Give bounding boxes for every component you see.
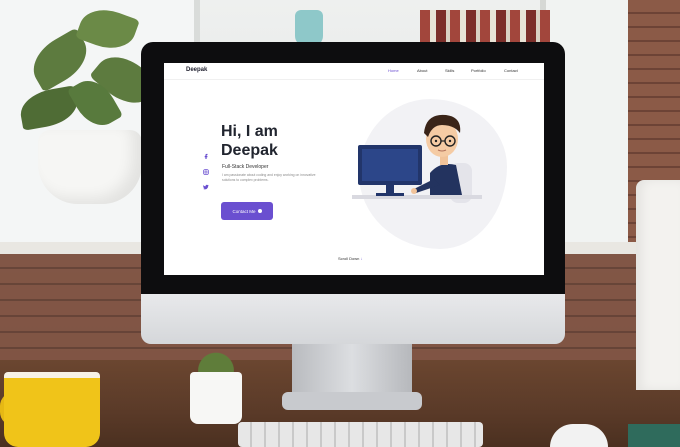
small-plant-pot [190,372,242,424]
scroll-down-link[interactable]: Scroll Down ↓ [338,256,362,261]
contact-me-button[interactable]: Contact Me [221,202,273,220]
website-screen: Deepak Home About Skills Portfolio Conta… [164,63,544,275]
notebook [628,424,680,447]
hero-subtitle: Full-Stack Developer [222,164,269,170]
nav-contact[interactable]: Contact [504,68,518,73]
hero-description: I am passionate about coding and enjoy w… [222,173,316,182]
twitter-icon[interactable] [203,184,209,190]
contact-button-label: Contact Me [232,208,256,214]
arrow-down-icon: ↓ [360,256,363,261]
monitor-foot [282,392,422,410]
nav-portfolio[interactable]: Portfolio [471,68,486,73]
instagram-icon[interactable] [203,169,209,175]
developer-illustration [352,114,482,203]
monitor-stand [292,344,412,394]
monitor-chin [141,294,565,344]
nav-skills[interactable]: Skills [445,68,454,73]
facebook-icon[interactable] [203,153,209,159]
vase [295,10,323,46]
plant-pot [38,130,142,204]
paper-bag [636,180,680,390]
nav-about[interactable]: About [417,68,427,73]
send-icon [257,209,262,213]
site-logo[interactable]: Deepak [186,67,207,73]
keyboard [238,422,483,447]
hero-title: Hi, I am Deepak [221,123,278,159]
navbar: Deepak Home About Skills Portfolio Conta… [164,63,544,80]
books [420,10,550,42]
scroll-down-label: Scroll Down [338,256,360,261]
yellow-mug [4,372,100,447]
nav-home[interactable]: Home [388,68,399,73]
